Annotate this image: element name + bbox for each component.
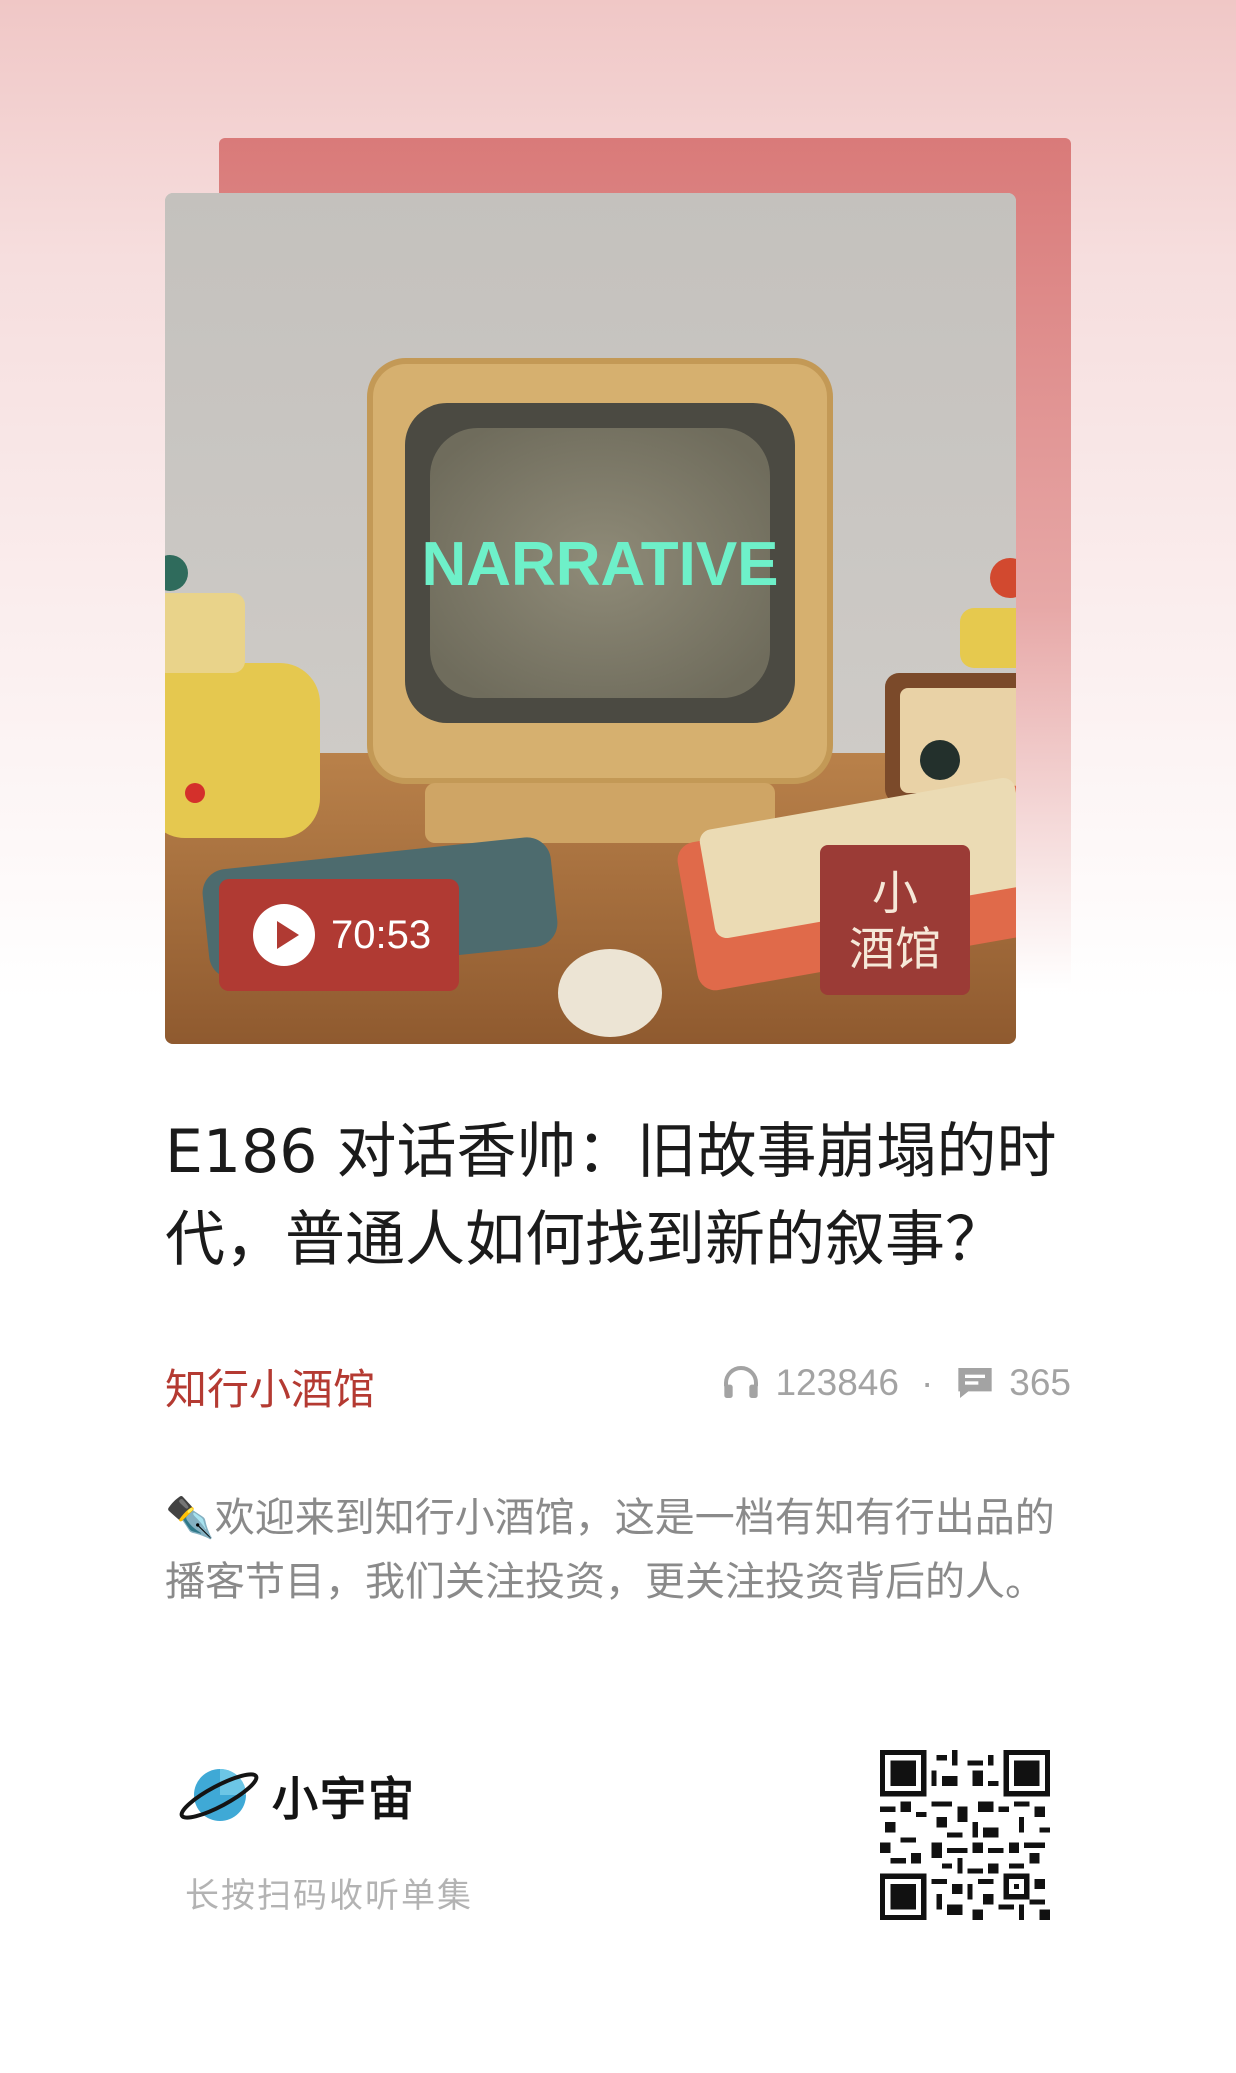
play-icon xyxy=(253,904,315,966)
tv-screen-text: NARRATIVE xyxy=(421,530,778,599)
episode-cover[interactable]: NARRATIVE 70:53 小 酒馆 xyxy=(165,193,1016,1044)
comment-count: 365 xyxy=(1009,1362,1071,1403)
episode-description: ✒️欢迎来到知行小酒馆，这是一档有知有行出品的播客节目，我们关注投资，更关注投资… xyxy=(165,1495,1055,1605)
planet-logo-icon xyxy=(179,1769,259,1821)
podcast-logo-top: 小 xyxy=(872,866,918,920)
episode-duration: 70:53 xyxy=(331,912,432,957)
podcast-logo-bottom: 酒馆 xyxy=(849,922,941,976)
podcast-logo: 小 酒馆 xyxy=(820,845,970,995)
stats-separator: · xyxy=(920,1362,934,1403)
scan-hint: 长按扫码收听单集 xyxy=(185,1876,473,1916)
episode-title: E186 对话香帅：旧故事崩塌的时代，普通人如何找到新的叙事？ xyxy=(165,1117,1057,1275)
play-count: 123846 xyxy=(775,1362,899,1403)
play-duration-button[interactable]: 70:53 xyxy=(219,879,459,991)
episode-stats: 123846 · 365 xyxy=(721,1362,1071,1404)
headphone-icon xyxy=(724,1366,759,1398)
brand-name: 小宇宙 xyxy=(272,1772,416,1826)
comment-icon xyxy=(958,1368,992,1398)
podcast-channel-link[interactable]: 知行小酒馆 xyxy=(165,1356,375,1417)
brand-block: 小宇宙 xyxy=(178,1762,416,1830)
qr-code[interactable] xyxy=(880,1750,1050,1920)
